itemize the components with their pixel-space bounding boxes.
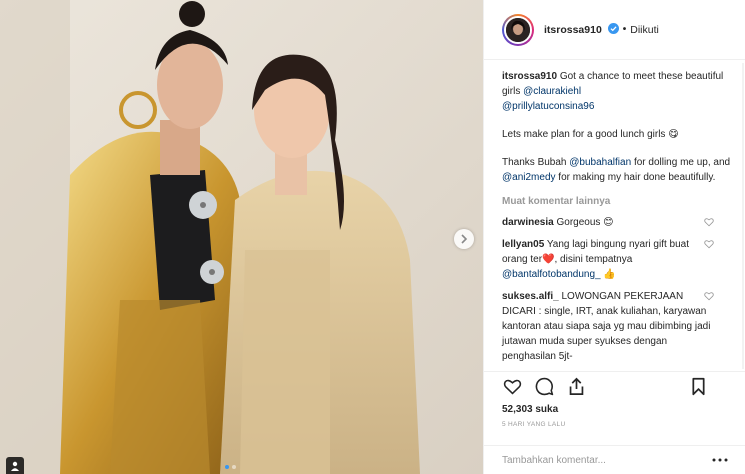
username-text[interactable]: itsrossa910 xyxy=(544,24,602,36)
comments-scrollbar[interactable] xyxy=(741,61,745,371)
caption-username[interactable]: itsrossa910 xyxy=(502,71,557,82)
more-options-icon[interactable] xyxy=(712,458,728,462)
mention-link[interactable]: @claurakiehl xyxy=(523,86,581,97)
user-tag-icon xyxy=(11,461,19,471)
bookmark-icon xyxy=(691,377,705,395)
caption-text: for making my hair done beautifully. xyxy=(558,172,716,183)
heart-icon[interactable] xyxy=(704,291,714,301)
like-button[interactable] xyxy=(502,376,522,396)
share-icon xyxy=(569,377,583,395)
comment-item: darwinesia Gorgeous 😊 xyxy=(502,215,736,230)
mention-link[interactable]: @prillylatuconsina96 xyxy=(502,101,594,112)
avatar[interactable] xyxy=(502,13,534,46)
comment-text: Gorgeous 😊 xyxy=(556,217,614,228)
add-comment-bar xyxy=(484,445,745,474)
carousel-dot xyxy=(232,465,236,469)
post-timestamp[interactable]: 5 HARI YANG LALU xyxy=(502,421,728,428)
comment-username[interactable]: sukses.alfi_ xyxy=(502,291,559,302)
avatar-image xyxy=(504,15,532,44)
caption-paragraph-2: Lets make plan for a good lunch girls 😋 xyxy=(502,129,679,140)
like-count[interactable]: 52,303 suka xyxy=(502,404,728,415)
load-more-comments-button[interactable]: Muat komentar lainnya xyxy=(502,194,736,209)
post-sidebar: itsrossa910 • Diikuti itsrossa910 Got a … xyxy=(483,0,745,474)
caption: itsrossa910 Got a chance to meet these b… xyxy=(502,69,736,185)
user-tag-button[interactable] xyxy=(6,457,24,474)
comment-username[interactable]: lellyan05 xyxy=(502,239,544,250)
heart-icon xyxy=(503,379,521,395)
post-photo[interactable] xyxy=(0,0,483,474)
comment-emoji: 👍 xyxy=(603,269,616,280)
heart-icon[interactable] xyxy=(704,239,714,249)
action-icons xyxy=(502,372,728,400)
header-username[interactable]: itsrossa910 xyxy=(544,23,619,36)
comment-item: lellyan05 Yang lagi bingung nyari gift b… xyxy=(502,237,736,282)
following-button[interactable]: Diikuti xyxy=(630,24,659,36)
caption-paragraph-3: Thanks Bubah @bubahalfian for dolling me… xyxy=(502,155,736,185)
caption-text: for dolling me up, and xyxy=(633,157,731,168)
heart-icon[interactable] xyxy=(704,217,714,227)
save-button[interactable] xyxy=(688,376,708,396)
mention-link[interactable]: @ani2medy xyxy=(502,172,556,183)
carousel-dot xyxy=(225,465,229,469)
comment-item: sukses.alfi_ LOWONGAN PEKERJAAN DICARI :… xyxy=(502,289,736,364)
photo-scene xyxy=(0,0,483,474)
mention-link[interactable]: @bubahalfian xyxy=(569,157,631,168)
share-button[interactable] xyxy=(566,376,586,396)
carousel-indicators xyxy=(225,465,236,469)
instagram-post: itsrossa910 • Diikuti itsrossa910 Got a … xyxy=(0,0,745,474)
comment-button[interactable] xyxy=(534,376,554,396)
comment-input[interactable] xyxy=(502,454,702,466)
comment-icon xyxy=(535,377,553,395)
verified-badge-icon xyxy=(607,23,619,34)
avatar-photo xyxy=(506,17,530,42)
caption-text: Thanks Bubah xyxy=(502,157,567,168)
caption-paragraph-1: itsrossa910 Got a chance to meet these b… xyxy=(502,69,736,114)
comments-section: itsrossa910 Got a chance to meet these b… xyxy=(484,61,745,371)
separator-dot: • xyxy=(622,24,627,35)
post-actions: 52,303 suka 5 HARI YANG LALU xyxy=(484,371,745,428)
next-photo-button[interactable] xyxy=(454,229,474,249)
chevron-right-icon xyxy=(461,234,468,244)
post-header: itsrossa910 • Diikuti xyxy=(484,0,745,60)
mention-link[interactable]: @bantalfotobandung_ xyxy=(502,269,601,280)
comment-username[interactable]: darwinesia xyxy=(502,217,554,228)
